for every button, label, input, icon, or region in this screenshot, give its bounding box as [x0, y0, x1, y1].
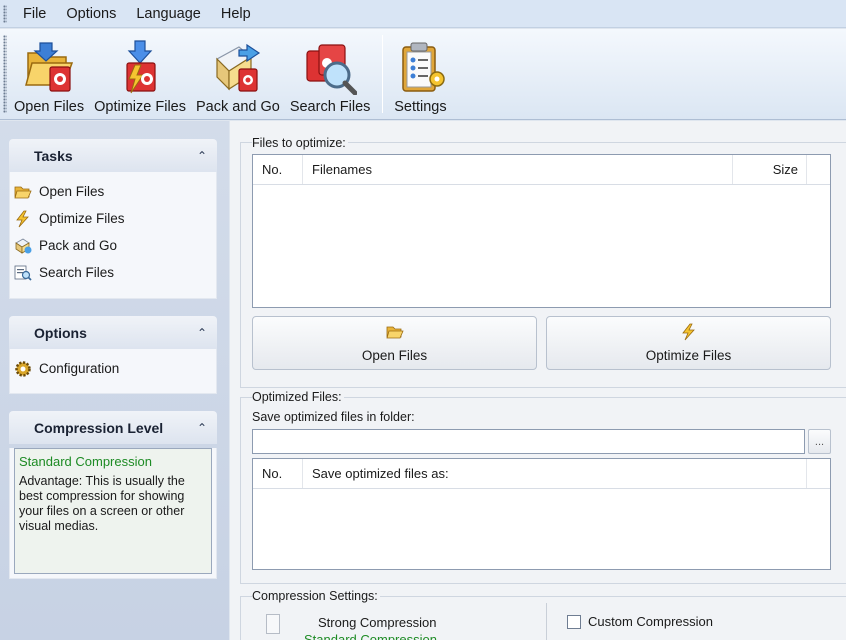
- options-group-header[interactable]: Options ⌃︎: [9, 316, 217, 349]
- toolbar-open-files-label: Open Files: [14, 99, 85, 115]
- compression-level-name: Standard Compression: [19, 454, 152, 469]
- open-folder-icon: [385, 326, 404, 339]
- custom-compression-checkbox[interactable]: [567, 615, 581, 629]
- task-optimize-files-label: Optimize Files: [39, 211, 125, 226]
- menu-options[interactable]: Options: [56, 6, 126, 22]
- files-to-optimize-label: Files to optimize:: [252, 136, 348, 150]
- task-configuration-label: Configuration: [39, 361, 120, 376]
- task-open-files[interactable]: Open Files: [14, 178, 212, 205]
- toolbar-optimize-files-label: Optimize Files: [94, 99, 186, 115]
- optimized-list-header: No. Save optimized files as:: [253, 459, 830, 489]
- toolbar-search-files-button[interactable]: Search Files: [286, 31, 375, 119]
- custom-compression-label: Custom Compression: [588, 614, 713, 629]
- collapse-chevron-icon[interactable]: ⌃︎: [197, 149, 207, 163]
- tasks-group-header[interactable]: Tasks ⌃︎: [9, 139, 217, 172]
- strong-compression-label: Strong Compression: [318, 615, 437, 630]
- task-pane: Tasks ⌃︎ Open Files Optimize Files Pack …: [0, 121, 229, 640]
- menu-help[interactable]: Help: [211, 6, 261, 22]
- collapse-chevron-icon[interactable]: ⌃︎: [197, 326, 207, 340]
- pack-and-go-small-icon: [15, 238, 32, 254]
- search-files-small-icon: [14, 265, 32, 281]
- compression-level-group-body: Standard Compression Advantage: This is …: [9, 448, 217, 579]
- task-configuration[interactable]: Configuration: [14, 355, 212, 382]
- options-group: Options ⌃︎ Configuration: [9, 316, 217, 394]
- toolbar-pack-and-go-label: Pack and Go: [195, 99, 280, 115]
- toolbar-pack-and-go-button[interactable]: Pack and Go: [192, 31, 284, 119]
- open-folder-icon: [14, 186, 32, 198]
- optimize-document-icon: [126, 40, 156, 94]
- open-files-button[interactable]: Open Files: [252, 316, 537, 370]
- tasks-group-body: Open Files Optimize Files Pack and Go Se…: [9, 172, 217, 299]
- files-list-header: No. Filenames Size: [253, 155, 830, 185]
- save-folder-label: Save optimized files in folder:: [252, 410, 415, 424]
- toolbar-settings-label: Settings: [394, 99, 447, 115]
- task-open-files-label: Open Files: [39, 184, 105, 199]
- main-content: Files to optimize: No. Filenames Size Op…: [230, 121, 846, 640]
- lightning-icon: [16, 210, 29, 227]
- menu-file[interactable]: File: [13, 6, 56, 22]
- tasks-group-title: Tasks: [34, 147, 73, 164]
- main-toolbar: Open Files Optimize Files Pack and Go Se…: [0, 29, 846, 120]
- compression-divider: [546, 603, 547, 640]
- menu-bar: File Options Language Help: [0, 0, 846, 28]
- task-optimize-files[interactable]: Optimize Files: [14, 205, 212, 232]
- options-group-body: Configuration: [9, 349, 217, 394]
- toolbar-open-files-button[interactable]: Open Files: [10, 31, 88, 119]
- column-header-no[interactable]: No.: [253, 459, 303, 488]
- column-header-size[interactable]: Size: [733, 155, 807, 184]
- column-header-save-as[interactable]: Save optimized files as:: [303, 459, 807, 488]
- optimize-files-button-label: Optimize Files: [645, 348, 732, 363]
- toolbar-optimize-files-button[interactable]: Optimize Files: [90, 31, 190, 119]
- compression-info-box: Standard Compression Advantage: This is …: [14, 448, 212, 574]
- menu-grip-handle[interactable]: [3, 4, 7, 23]
- optimized-files-label: Optimized Files:: [252, 390, 344, 404]
- task-pack-and-go-label: Pack and Go: [39, 238, 118, 253]
- save-folder-input[interactable]: [252, 429, 805, 454]
- compression-level-group-header[interactable]: Compression Level ⌃︎: [9, 411, 217, 444]
- lightning-icon: [681, 323, 695, 341]
- task-pack-and-go[interactable]: Pack and Go: [14, 232, 212, 259]
- compression-level-group-title: Compression Level: [34, 419, 164, 436]
- search-document-icon: [306, 44, 358, 95]
- task-search-files[interactable]: Search Files: [14, 259, 212, 286]
- browse-folder-button[interactable]: ...: [808, 429, 831, 454]
- toolbar-grip-handle[interactable]: [3, 35, 7, 113]
- gear-icon: [15, 360, 31, 377]
- optimized-files-list[interactable]: No. Save optimized files as:: [252, 458, 831, 570]
- column-header-no[interactable]: No.: [253, 155, 303, 184]
- pack-and-go-icon: [215, 43, 260, 92]
- collapse-chevron-icon[interactable]: ⌃︎: [197, 421, 207, 435]
- standard-compression-label: Standard Compression: [304, 632, 437, 640]
- files-to-optimize-list[interactable]: No. Filenames Size: [252, 154, 831, 308]
- open-folder-document-icon: [25, 42, 74, 92]
- compression-slider[interactable]: [266, 614, 280, 634]
- settings-clipboard-icon: [402, 42, 446, 92]
- toolbar-separator: [382, 35, 384, 113]
- compression-level-group: Compression Level ⌃︎ Standard Compressio…: [9, 411, 217, 579]
- open-files-button-label: Open Files: [361, 348, 428, 363]
- task-search-files-label: Search Files: [39, 265, 115, 280]
- optimize-files-button[interactable]: Optimize Files: [546, 316, 831, 370]
- options-group-title: Options: [34, 324, 87, 341]
- menu-language[interactable]: Language: [126, 6, 211, 22]
- toolbar-settings-button[interactable]: Settings: [389, 31, 451, 119]
- toolbar-search-files-label: Search Files: [289, 99, 371, 115]
- tasks-group: Tasks ⌃︎ Open Files Optimize Files Pack …: [9, 139, 217, 299]
- column-header-filenames[interactable]: Filenames: [303, 155, 733, 184]
- compression-settings-label: Compression Settings:: [252, 589, 380, 603]
- compression-level-description: Advantage: This is usually the best comp…: [19, 474, 185, 533]
